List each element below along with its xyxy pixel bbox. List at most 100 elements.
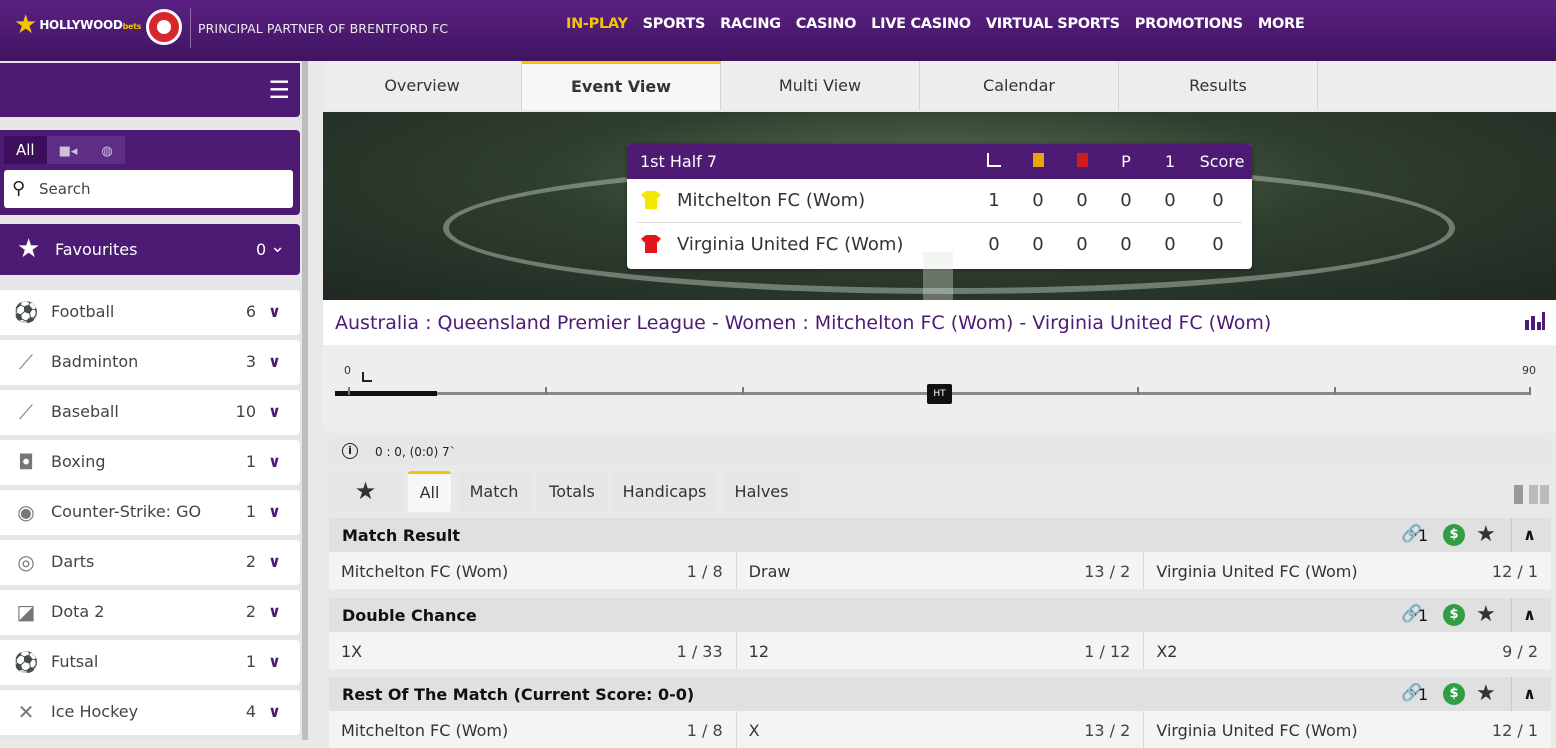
odds-button[interactable]: Virginia United FC (Wom) 12 / 1 [1144, 552, 1551, 589]
away-score: 0 [1212, 234, 1224, 255]
chevron-down-icon[interactable]: ∨ [268, 652, 281, 671]
sport-count: 10 [235, 402, 256, 421]
yellow-card-icon [1023, 152, 1053, 171]
sport-name: Counter-Strike: GO [51, 502, 202, 521]
cash-out-icon[interactable]: $ [1443, 524, 1465, 546]
selection-name: Draw [748, 562, 791, 581]
market-double-chance: Double Chance 🔗 1 $ ★ ∧ 1X 1 / 33 12 1 / 1… [329, 598, 1551, 669]
odds-button[interactable]: X 13 / 2 [737, 711, 1145, 748]
odds-button[interactable]: Mitchelton FC (Wom) 1 / 8 [329, 552, 737, 589]
chevron-down-icon[interactable]: ∨ [268, 552, 281, 571]
sidebar-filter-box: All ■◂ ◍ ⚲ Search [0, 130, 300, 215]
sidebar-item-baseball[interactable]: ⟋ Baseball 10 ∨ [0, 390, 300, 435]
odds-button[interactable]: X2 9 / 2 [1144, 632, 1551, 669]
chevron-up-icon[interactable]: ∧ [1523, 684, 1536, 703]
collapse-sidebar-icon[interactable]: ☰ [268, 76, 290, 104]
chevron-down-icon[interactable]: ∨ [268, 302, 281, 321]
filter-halves[interactable]: Halves [724, 471, 799, 512]
filter-totals[interactable]: Totals [537, 471, 607, 512]
star-icon[interactable]: ★ [1476, 602, 1496, 627]
chevron-down-icon[interactable]: ∨ [268, 702, 281, 721]
filter-all-tab[interactable]: All [4, 136, 47, 164]
link-count: 1 [1418, 526, 1429, 545]
filter-handicaps[interactable]: Handicaps [613, 471, 716, 512]
sidebar-item-ice-hockey[interactable]: ✕ Ice Hockey 4 ∨ [0, 690, 300, 735]
chevron-up-icon[interactable]: ∧ [1523, 605, 1536, 624]
chevron-up-icon[interactable]: ∧ [1523, 525, 1536, 544]
search-icon: ⚲ [12, 178, 26, 199]
video-icon[interactable]: ■◂ [46, 136, 90, 164]
sport-name: Baseball [51, 402, 119, 421]
nav-racing[interactable]: RACING [720, 16, 781, 32]
chevron-down-icon[interactable]: ∨ [268, 502, 281, 521]
search-input[interactable]: ⚲ Search [4, 170, 293, 208]
market-filters: ★ All Match Totals Handicaps Halves [329, 471, 1551, 513]
market-header[interactable]: Match Result 🔗 1 $ ★ ∧ [329, 518, 1551, 552]
sport-count: 1 [245, 502, 256, 521]
info-icon[interactable]: i [342, 443, 358, 459]
tab-overview[interactable]: Overview [323, 61, 522, 110]
bar-chart-icon[interactable] [1525, 312, 1545, 330]
home-penalties: 0 [1120, 190, 1132, 211]
event-title-bar: Australia : Queensland Premier League - … [323, 300, 1556, 345]
cash-out-icon[interactable]: $ [1443, 683, 1465, 705]
top-header: ★ HOLLYWOODbets PRINCIPAL PARTNER OF BRE… [0, 0, 1556, 61]
sidebar-item-boxing[interactable]: ◘ Boxing 1 ∨ [0, 440, 300, 485]
nav-promotions[interactable]: PROMOTIONS [1135, 16, 1243, 32]
sidebar-item-darts[interactable]: ◎ Darts 2 ∨ [0, 540, 300, 585]
selection-row: Mitchelton FC (Wom) 1 / 8 Draw 13 / 2 Virg… [329, 552, 1551, 589]
scoreboard-header: 1st Half 7 P 1 Score [627, 144, 1252, 179]
filter-match[interactable]: Match [458, 471, 530, 512]
star-icon[interactable]: ★ [1476, 522, 1496, 547]
baseball-bat-icon: ⟋ [19, 400, 33, 424]
sidebar-item-football[interactable]: ⚽ Football 6 ∨ [0, 290, 300, 335]
odds-button[interactable]: 12 1 / 12 [737, 632, 1145, 669]
chevron-down-icon[interactable]: ∨ [268, 452, 281, 471]
odds-button[interactable]: Virginia United FC (Wom) 12 / 1 [1144, 711, 1551, 748]
favourite-markets-star-icon[interactable]: ★ [329, 471, 402, 512]
filter-all[interactable]: All [408, 471, 451, 512]
favourites-toggle[interactable]: ★ Favourites 0 ⌄ [0, 224, 300, 275]
header-separator [1511, 677, 1512, 711]
scoreboard: 1st Half 7 P 1 Score Mitchelton FC (Wom)… [627, 144, 1252, 269]
sidebar-item-futsal[interactable]: ⚽ Futsal 1 ∨ [0, 640, 300, 685]
chevron-down-icon[interactable]: ∨ [268, 352, 281, 371]
star-icon[interactable]: ★ [1476, 681, 1496, 706]
chevron-down-icon[interactable]: ∨ [268, 402, 281, 421]
selection-price: 13 / 2 [1084, 562, 1131, 581]
two-column-icon[interactable] [1529, 485, 1549, 504]
tab-event-view[interactable]: Event View [522, 61, 721, 110]
sidebar-item-counter-strike[interactable]: ◉ Counter-Strike: GO 1 ∨ [0, 490, 300, 535]
chevron-down-icon[interactable]: ∨ [268, 602, 281, 621]
nav-live-casino[interactable]: LIVE CASINO [871, 16, 971, 32]
market-header[interactable]: Double Chance 🔗 1 $ ★ ∧ [329, 598, 1551, 632]
sidebar-item-dota-2[interactable]: ◪ Dota 2 2 ∨ [0, 590, 300, 635]
header-separator [1511, 518, 1512, 552]
tab-multi-view[interactable]: Multi View [721, 61, 920, 110]
market-header[interactable]: Rest Of The Match (Current Score: 0-0) 🔗… [329, 677, 1551, 711]
timeline-tick [1529, 387, 1531, 395]
sidebar-scrollbar[interactable] [302, 61, 308, 740]
nav-in-play[interactable]: IN-PLAY [566, 16, 628, 32]
odds-button[interactable]: Mitchelton FC (Wom) 1 / 8 [329, 711, 737, 748]
nav-virtual-sports[interactable]: VIRTUAL SPORTS [986, 16, 1120, 32]
odds-button[interactable]: 1X 1 / 33 [329, 632, 737, 669]
nav-sports[interactable]: SPORTS [643, 16, 706, 32]
sidebar-item-badminton[interactable]: ⟋ Badminton 3 ∨ [0, 340, 300, 385]
hollywoodbets-logo[interactable]: ★ HOLLYWOODbets [14, 12, 141, 38]
pitch-background: 1st Half 7 P 1 Score Mitchelton FC (Wom)… [323, 112, 1556, 300]
nav-more[interactable]: MORE [1258, 16, 1305, 32]
tab-results[interactable]: Results [1119, 61, 1318, 110]
cash-out-icon[interactable]: $ [1443, 604, 1465, 626]
hockey-sticks-icon: ✕ [17, 700, 35, 724]
brand-main: HOLLYWOOD [39, 18, 123, 32]
nav-casino[interactable]: CASINO [796, 16, 857, 32]
star-icon: ★ [17, 234, 41, 264]
tab-calendar[interactable]: Calendar [920, 61, 1119, 110]
single-column-icon[interactable] [1514, 485, 1523, 504]
odds-button[interactable]: Draw 13 / 2 [737, 552, 1145, 589]
event-title: Australia : Queensland Premier League - … [335, 312, 1272, 334]
selection-price: 1 / 33 [676, 642, 723, 661]
yellow-shirt-icon [641, 191, 661, 209]
globe-icon[interactable]: ◍ [89, 136, 125, 164]
